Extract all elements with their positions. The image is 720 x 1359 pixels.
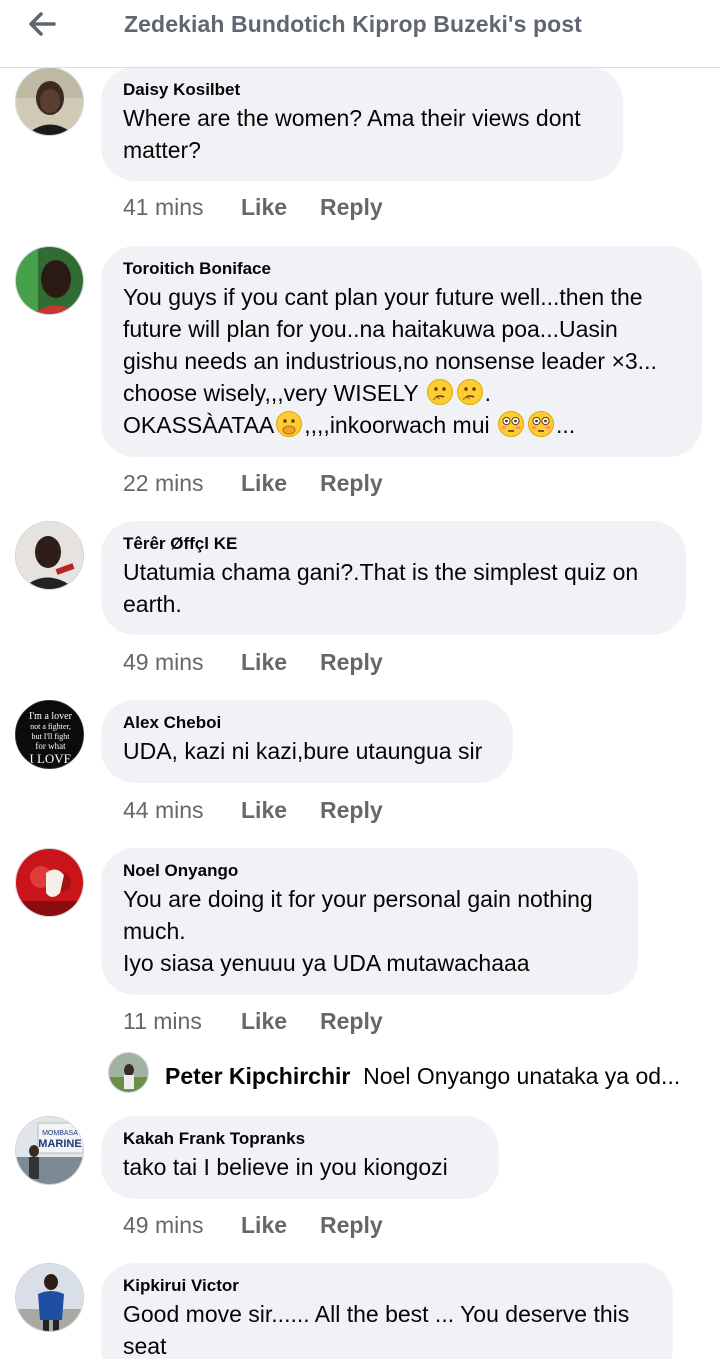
reply-button[interactable]: Reply — [320, 194, 383, 221]
comment-author[interactable]: Kakah Frank Topranks — [123, 1129, 477, 1149]
comment-actions: 49 mins Like Reply — [123, 1212, 383, 1240]
comment-author[interactable]: Toroitich Boniface — [123, 259, 680, 279]
comment-time[interactable]: 49 mins — [123, 1212, 241, 1239]
comment-time[interactable]: 11 mins — [123, 1008, 241, 1035]
page-title: Zedekiah Bundotich Kiprop Buzeki's post — [124, 11, 582, 37]
avatar[interactable] — [15, 848, 84, 917]
comment-actions: 22 mins Like Reply — [123, 470, 383, 498]
comment-actions: 11 mins Like Reply — [123, 1008, 383, 1036]
avatar[interactable] — [108, 1052, 149, 1093]
avatar[interactable] — [15, 246, 84, 315]
comment-text: Good move sir...... All the best ... You… — [123, 1301, 630, 1359]
comment-author[interactable]: Daisy Kosilbet — [123, 80, 601, 100]
reply-author[interactable]: Peter Kipchirchir — [165, 1063, 350, 1089]
avatar[interactable]: MOMBASA MARINE — [15, 1116, 84, 1185]
back-arrow-icon[interactable] — [22, 4, 62, 44]
comment-bubble: Kipkirui Victor Good move sir...... All … — [101, 1263, 673, 1359]
comment-actions: 44 mins Like Reply — [123, 797, 383, 825]
avatar[interactable] — [15, 67, 84, 136]
comment-text: UDA, kazi ni kazi,bure utaungua sir — [123, 738, 483, 764]
comment-author[interactable]: Alex Cheboi — [123, 713, 491, 733]
comment-bubble: Alex Cheboi UDA, kazi ni kazi,bure utaun… — [101, 700, 513, 783]
reply-button[interactable]: Reply — [320, 1212, 383, 1239]
flushed-face-icon — [497, 410, 525, 438]
like-button[interactable]: Like — [241, 194, 320, 221]
comment-author[interactable]: Têrêr Øffçl KE — [123, 534, 664, 554]
reply-button[interactable]: Reply — [320, 797, 383, 824]
comment-actions: 41 mins Like Reply — [123, 194, 383, 222]
comment-bubble: Kakah Frank Topranks tako tai I believe … — [101, 1116, 499, 1199]
comment-bubble: Toroitich Boniface You guys if you cant … — [101, 246, 702, 457]
like-button[interactable]: Like — [241, 470, 320, 497]
comment-time[interactable]: 49 mins — [123, 649, 241, 676]
reply-button[interactable]: Reply — [320, 1008, 383, 1035]
comment-author[interactable]: Noel Onyango — [123, 861, 616, 881]
comment-time[interactable]: 22 mins — [123, 470, 241, 497]
reply-button[interactable]: Reply — [320, 649, 383, 676]
reply-button[interactable]: Reply — [320, 470, 383, 497]
comment-text: You are doing it for your personal gain … — [123, 886, 593, 976]
comment-bubble: Têrêr Øffçl KE Utatumia chama gani?.That… — [101, 521, 686, 635]
like-button[interactable]: Like — [241, 649, 320, 676]
svg-text:not a fighter,: not a fighter, — [30, 722, 71, 731]
svg-text:I'm a lover: I'm a lover — [29, 711, 73, 722]
thinking-face-icon — [426, 378, 454, 406]
hand-over-mouth-face-icon — [275, 410, 303, 438]
avatar[interactable] — [15, 521, 84, 590]
avatar[interactable] — [15, 1263, 84, 1332]
comment-time[interactable]: 44 mins — [123, 797, 241, 824]
comment-bubble: Daisy Kosilbet Where are the women? Ama … — [101, 67, 623, 181]
svg-text:MOMBASA: MOMBASA — [42, 1130, 78, 1137]
reply-preview[interactable]: Peter Kipchirchir Noel Onyango unataka y… — [165, 1063, 685, 1093]
like-button[interactable]: Like — [241, 1008, 320, 1035]
reply-snippet[interactable]: Noel Onyango unataka ya od... — [363, 1063, 680, 1089]
thinking-face-icon — [456, 378, 484, 406]
svg-text:MARINE: MARINE — [38, 1138, 81, 1150]
comment-text: Utatumia chama gani?.That is the simples… — [123, 559, 639, 617]
flushed-face-icon — [527, 410, 555, 438]
comment-text: You guys if you cant plan your future we… — [123, 284, 657, 438]
comment-bubble: Noel Onyango You are doing it for your p… — [101, 848, 638, 995]
comment-text: Where are the women? Ama their views don… — [123, 105, 581, 163]
comment-time[interactable]: 41 mins — [123, 194, 241, 221]
comment-actions: 49 mins Like Reply — [123, 649, 383, 677]
comment-text: tako tai I believe in you kiongozi — [123, 1154, 448, 1180]
avatar[interactable]: I'm a lover not a fighter, but I'll figh… — [15, 700, 84, 769]
top-bar: Zedekiah Bundotich Kiprop Buzeki's post — [0, 0, 720, 68]
svg-text:but I'll fight: but I'll fight — [32, 732, 71, 741]
svg-text:for what: for what — [35, 741, 66, 751]
comment-author[interactable]: Kipkirui Victor — [123, 1276, 651, 1296]
like-button[interactable]: Like — [241, 1212, 320, 1239]
svg-text:I LOVE: I LOVE — [29, 751, 71, 766]
like-button[interactable]: Like — [241, 797, 320, 824]
